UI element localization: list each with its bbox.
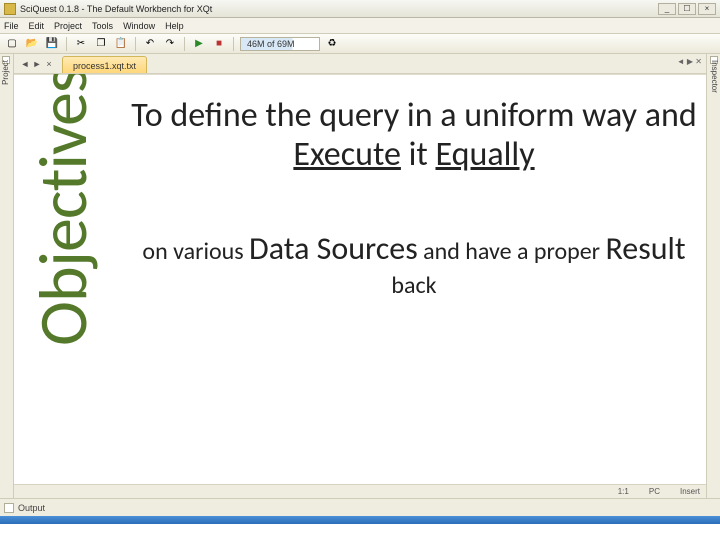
- save-icon[interactable]: 💾: [44, 36, 60, 52]
- menu-bar: File Edit Project Tools Window Help: [0, 18, 720, 34]
- workspace: Project ◄ ► × process1.xqt.txt ◄ ▶ ✕ Obj…: [0, 54, 720, 498]
- maximize-button[interactable]: ☐: [678, 3, 696, 15]
- tab-prev-icon[interactable]: ◄: [20, 59, 30, 69]
- file-tab-active[interactable]: process1.xqt.txt: [62, 56, 147, 73]
- taskbar-sliver: [0, 516, 720, 524]
- slide-body: To define the query in a uniform way and…: [128, 96, 700, 301]
- tab-close-icon[interactable]: ×: [44, 59, 54, 69]
- paste-icon[interactable]: 📋: [113, 36, 129, 52]
- open-file-icon[interactable]: 📂: [24, 36, 40, 52]
- redo-icon[interactable]: ↷: [162, 36, 178, 52]
- slide-text: back: [391, 271, 436, 300]
- content-border: [14, 74, 706, 75]
- status-mode-1: PC: [649, 487, 660, 496]
- minimize-button[interactable]: _: [658, 3, 676, 15]
- slide-text: To define the query in a uniform way and: [131, 95, 697, 136]
- right-panel-collapsed[interactable]: Inspector: [706, 54, 720, 498]
- app-icon: [4, 3, 16, 15]
- panel-toggle-icon[interactable]: [4, 503, 14, 513]
- new-file-icon[interactable]: ▢: [4, 36, 20, 52]
- slide-text-emphasis: Result: [605, 229, 685, 268]
- editor-statusbar: 1:1 PC Insert: [14, 484, 706, 498]
- menu-project[interactable]: Project: [54, 21, 82, 31]
- left-panel-collapsed[interactable]: Project: [0, 54, 14, 498]
- editor-tabstrip: ◄ ► × process1.xqt.txt ◄ ▶ ✕: [14, 54, 706, 74]
- undo-icon[interactable]: ↶: [142, 36, 158, 52]
- slide-line-1: To define the query in a uniform way and…: [128, 96, 700, 174]
- slide-heading: Objectives: [22, 74, 105, 346]
- toolbar-separator: [184, 37, 185, 51]
- left-panel-label[interactable]: Project: [1, 60, 10, 85]
- slide-text: and have a proper: [418, 237, 606, 266]
- bottom-panel-collapsed[interactable]: Output: [0, 498, 720, 516]
- toolbar-separator: [135, 37, 136, 51]
- toolbar: ▢ 📂 💾 ✂ ❐ 📋 ↶ ↷ ▶ ■ 46M of 69M ♻: [0, 34, 720, 54]
- tabstrip-right-controls[interactable]: ◄ ▶ ✕: [677, 57, 702, 66]
- editor-area: ◄ ► × process1.xqt.txt ◄ ▶ ✕ Objectives …: [14, 54, 706, 498]
- menu-edit[interactable]: Edit: [29, 21, 45, 31]
- memory-indicator: 46M of 69M: [240, 37, 320, 51]
- slide-text: it: [401, 134, 436, 175]
- copy-icon[interactable]: ❐: [93, 36, 109, 52]
- right-panel-label[interactable]: Inspector: [710, 60, 719, 93]
- status-mode-2: Insert: [680, 487, 700, 496]
- bottom-panel-label[interactable]: Output: [18, 503, 45, 513]
- title-bar: SciQuest 0.1.8 - The Default Workbench f…: [0, 0, 720, 18]
- file-tab-label: process1.xqt.txt: [73, 61, 136, 71]
- slide-text: on various: [142, 237, 249, 266]
- slide-text-underlined: Equally: [435, 134, 534, 175]
- slide-line-2: on various Data Sources and have a prope…: [128, 228, 700, 301]
- menu-window[interactable]: Window: [123, 21, 155, 31]
- tab-next-icon[interactable]: ►: [32, 59, 42, 69]
- editor-content[interactable]: Objectives To define the query in a unif…: [14, 74, 706, 484]
- menu-file[interactable]: File: [4, 21, 19, 31]
- run-icon[interactable]: ▶: [191, 36, 207, 52]
- slide-overlay: Objectives To define the query in a unif…: [14, 74, 706, 484]
- window-title: SciQuest 0.1.8 - The Default Workbench f…: [20, 4, 658, 14]
- close-button[interactable]: ×: [698, 3, 716, 15]
- menu-tools[interactable]: Tools: [92, 21, 113, 31]
- slide-text-emphasis: Data Sources: [249, 229, 418, 268]
- menu-help[interactable]: Help: [165, 21, 184, 31]
- slide-text-underlined: Execute: [293, 134, 401, 175]
- toolbar-separator: [66, 37, 67, 51]
- gc-icon[interactable]: ♻: [324, 36, 340, 52]
- cut-icon[interactable]: ✂: [73, 36, 89, 52]
- toolbar-separator: [233, 37, 234, 51]
- stop-icon[interactable]: ■: [211, 36, 227, 52]
- status-ratio: 1:1: [618, 487, 629, 496]
